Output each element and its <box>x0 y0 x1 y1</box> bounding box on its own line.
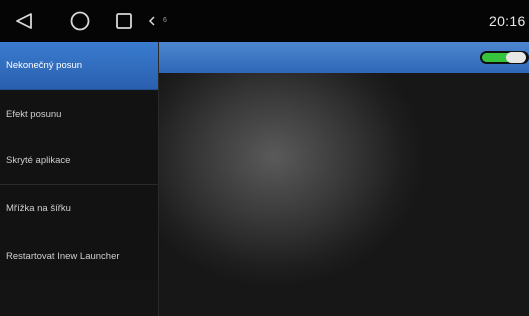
content-header-bar <box>159 42 529 73</box>
back-icon[interactable] <box>10 0 38 42</box>
enable-toggle[interactable] <box>480 51 529 64</box>
settings-sidebar: Nekonečný posun Efekt posunu Skryté apli… <box>0 42 159 316</box>
toggle-thumb <box>506 52 526 63</box>
home-icon[interactable] <box>66 0 94 42</box>
menu-item-label: Efekt posunu <box>6 109 62 120</box>
menu-item-label: Mřížka na šířku <box>6 203 71 214</box>
recent-apps-icon[interactable] <box>110 0 138 42</box>
settings-content-panel <box>159 42 529 316</box>
menu-item-label: Nekonečný posun <box>6 60 83 71</box>
menu-item-scroll-effect[interactable]: Efekt posunu <box>0 91 158 139</box>
notification-indicator: 6 <box>163 17 167 24</box>
menu-item-label: Restartovat Inew Launcher <box>6 250 120 262</box>
menu-item-restart-launcher[interactable]: Restartovat Inew Launcher <box>0 232 158 280</box>
clock: 20:16 <box>489 13 526 29</box>
menu-item-infinite-scroll[interactable]: Nekonečný posun <box>0 42 158 90</box>
chevron-left-icon[interactable] <box>146 0 158 42</box>
system-status-bar: 6 20:16 <box>0 0 529 42</box>
menu-item-hidden-apps[interactable]: Skryté aplikace <box>0 137 158 185</box>
menu-item-landscape-grid[interactable]: Mřížka na šířku <box>0 185 158 233</box>
menu-item-label: Skryté aplikace <box>6 155 71 166</box>
